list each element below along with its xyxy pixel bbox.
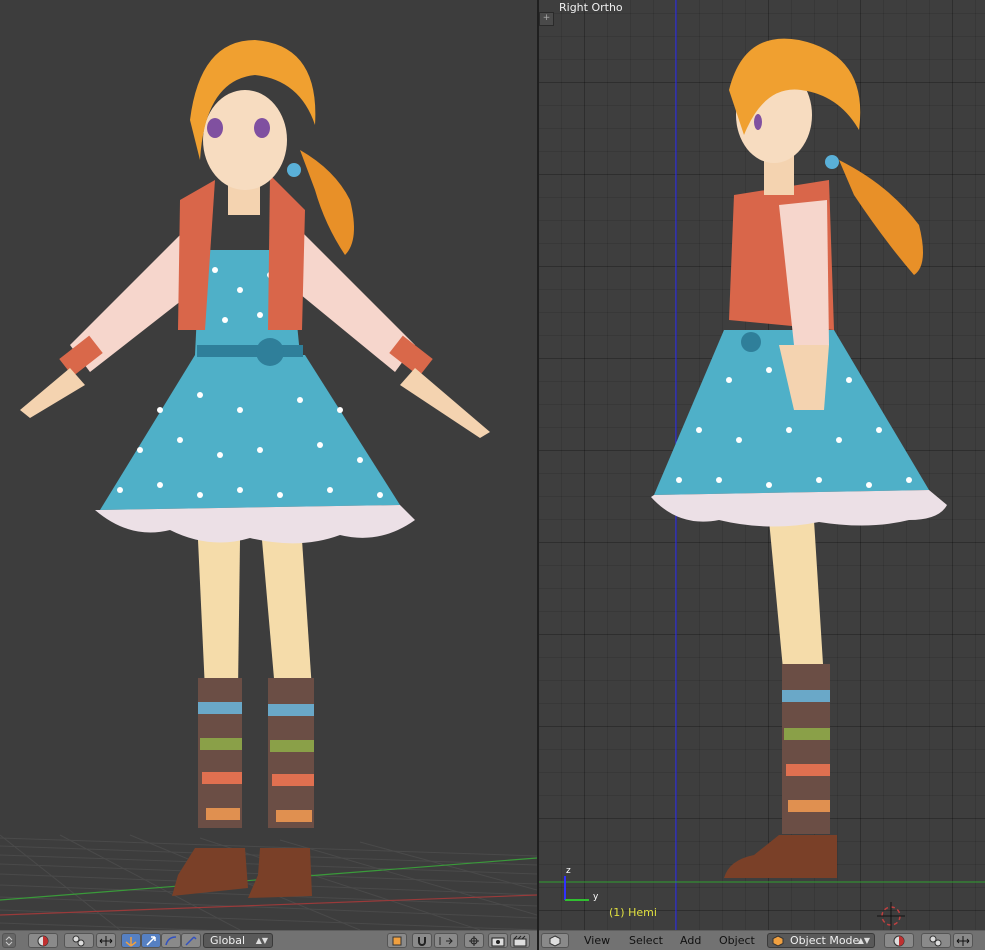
manipulator-toggle-icon[interactable]: [953, 933, 973, 948]
object-info-label: (1) Hemi: [609, 906, 657, 919]
object-mode-cube-icon: [772, 935, 784, 947]
render-camera-icon[interactable]: [488, 933, 508, 948]
viewport-header-right: View Select Add Object Object Mode ▲▼: [539, 930, 985, 950]
layers-toggle-icon[interactable]: [387, 933, 407, 948]
editor-type-button[interactable]: [541, 933, 569, 948]
transform-orientation-value: Global: [210, 934, 246, 947]
axis-z-label: z: [566, 866, 571, 876]
viewport-perspective[interactable]: [0, 0, 537, 930]
pivot-point-button[interactable]: [64, 933, 94, 948]
dropdown-arrow-icon: ▲▼: [255, 936, 268, 945]
character-front-view: [20, 40, 490, 898]
rotate-arc-icon[interactable]: [161, 933, 181, 948]
snap-magnet-icon[interactable]: [412, 933, 432, 948]
character-side-view: [539, 0, 985, 930]
translate-manipulator-icon[interactable]: [121, 933, 141, 948]
interaction-mode-dropdown[interactable]: Object Mode ▲▼: [767, 933, 875, 948]
viewport-shading-button[interactable]: [884, 933, 914, 948]
scroll-handle-icon[interactable]: [2, 933, 16, 948]
transform-orientation-dropdown[interactable]: Global ▲▼: [203, 933, 273, 948]
menu-object[interactable]: Object: [719, 933, 755, 948]
dropdown-arrow-icon: ▲▼: [857, 936, 870, 945]
interaction-mode-value: Object Mode: [790, 934, 860, 947]
snap-element-icon[interactable]: [434, 933, 458, 948]
proportional-edit-icon[interactable]: [464, 933, 484, 948]
rotate-manipulator-icon[interactable]: [141, 933, 161, 948]
render-animation-icon[interactable]: [510, 933, 530, 948]
scale-manipulator-icon[interactable]: [181, 933, 201, 948]
menu-add[interactable]: Add: [680, 933, 701, 948]
viewport-right-ortho[interactable]: + + Right Ortho: [539, 0, 985, 930]
menu-view[interactable]: View: [584, 933, 610, 948]
viewport-header-left: Global ▲▼: [0, 930, 537, 950]
menu-select[interactable]: Select: [629, 933, 663, 948]
manipulator-toggle-icon[interactable]: [96, 933, 116, 948]
viewport-shading-button[interactable]: [28, 933, 58, 948]
axis-y-label: y: [593, 892, 599, 902]
pivot-point-button[interactable]: [921, 933, 951, 948]
